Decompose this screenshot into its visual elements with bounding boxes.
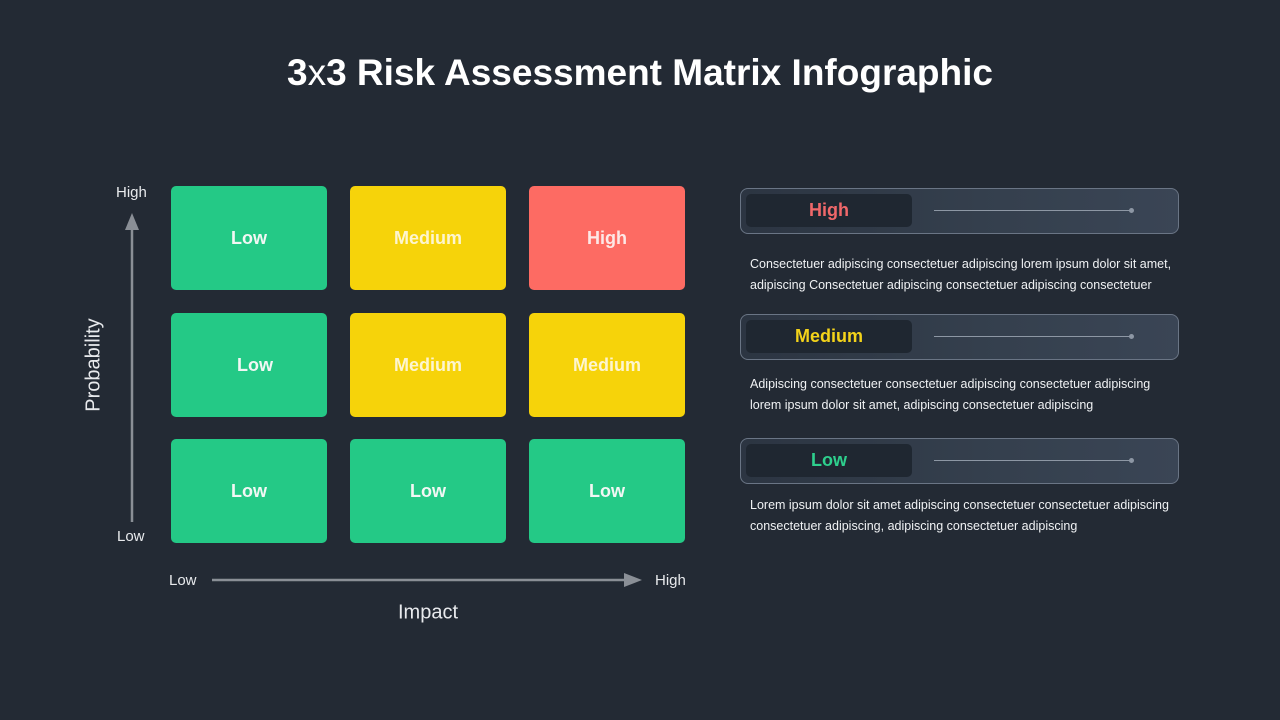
legend-connector-line [934,210,1130,211]
description-line: lorem ipsum dolor sit amet, adipiscing c… [750,398,1094,412]
legend-connector-line [934,336,1130,337]
matrix-cell-low-prob-medium-impact: Low [350,439,506,543]
matrix-cell-medium-prob-medium-impact: Medium [350,313,506,417]
y-axis-title: Probability [82,318,105,412]
matrix-cell-low-prob-high-impact: Low [529,439,685,543]
description-line: Adipiscing consectetuer consectetuer adi… [750,377,1151,391]
description-line: consectetuer adipiscing, adipiscing cons… [750,519,1078,533]
legend-connector-line [934,460,1130,461]
matrix-cell-high-prob-low-impact: Low [171,186,327,290]
y-axis-high-label: High [116,184,147,201]
description-line: Lorem ipsum dolor sit amet adipiscing co… [750,498,1169,512]
matrix-cell-medium-prob-low-impact: Low [171,313,327,417]
matrix-cell-medium-prob-high-impact: Medium [529,313,685,417]
description-line: Consectetuer adipiscing consectetuer adi… [750,257,1172,271]
legend-description-medium: Adipiscing consectetuer consectetuer adi… [750,374,1200,416]
y-axis-arrow [125,213,139,522]
legend-card-low: Low [740,438,1179,484]
page-title: 3x3 Risk Assessment Matrix Infographic [0,52,1280,94]
legend-description-low: Lorem ipsum dolor sit amet adipiscing co… [750,495,1200,537]
legend-badge-medium: Medium [746,320,912,353]
title-x: x [307,52,327,93]
matrix-cell-high-prob-high-impact: High [529,186,685,290]
description-line: adipiscing Consectetuer adipiscing conse… [750,278,1152,292]
x-axis-low-label: Low [169,572,197,589]
y-axis-low-label: Low [117,528,145,545]
legend-description-high: Consectetuer adipiscing consectetuer adi… [750,254,1200,296]
legend-card-high: High [740,188,1179,234]
x-axis-arrow [212,573,642,587]
legend-connector-dot-icon [1129,334,1134,339]
x-axis-high-label: High [655,572,686,589]
legend-badge-low: Low [746,444,912,477]
matrix-cell-low-prob-low-impact: Low [171,439,327,543]
legend-connector-dot-icon [1129,208,1134,213]
title-suffix: 3 Risk Assessment Matrix Infographic [326,52,993,93]
legend-badge-high: High [746,194,912,227]
x-axis-title: Impact [397,601,459,624]
legend-card-medium: Medium [740,314,1179,360]
legend-connector-dot-icon [1129,458,1134,463]
matrix-cell-high-prob-medium-impact: Medium [350,186,506,290]
title-prefix: 3 [287,52,308,93]
